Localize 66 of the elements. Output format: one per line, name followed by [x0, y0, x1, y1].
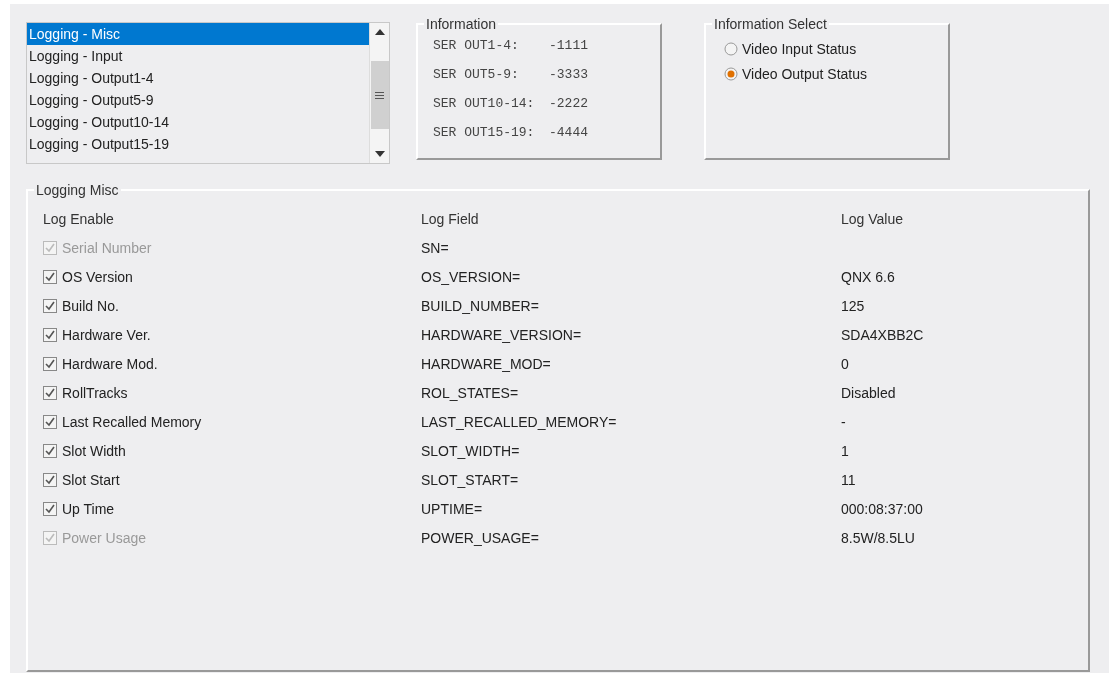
checkbox[interactable]	[43, 385, 57, 400]
list-item[interactable]: Logging - Input	[27, 45, 369, 67]
log-field: HARDWARE_MOD=	[421, 355, 841, 372]
radio-button[interactable]	[724, 66, 738, 81]
log-value: Disabled	[841, 384, 897, 401]
checkbox-label[interactable]: Slot Start	[62, 471, 120, 488]
log-field: ROL_STATES=	[421, 384, 841, 401]
info-value: -4444	[549, 125, 588, 142]
log-field: SLOT_WIDTH=	[421, 442, 841, 459]
log-value: 11	[841, 471, 857, 488]
list-item[interactable]: Logging - Output15-19	[27, 133, 369, 155]
checkbox-label[interactable]: Build No.	[62, 297, 119, 314]
info-label: SER OUT1-4:	[433, 38, 520, 55]
checkbox[interactable]	[43, 327, 57, 342]
checkbox[interactable]	[43, 501, 57, 516]
list-item[interactable]: Logging - Output5-9	[27, 89, 369, 111]
log-value: QNX 6.6	[841, 268, 896, 285]
radio-label[interactable]: Video Output Status	[742, 65, 868, 82]
log-field: POWER_USAGE=	[421, 529, 841, 546]
checkbox-label[interactable]: Slot Width	[62, 442, 126, 459]
log-field: LAST_RECALLED_MEMORY=	[421, 413, 841, 430]
panel-title: Information	[425, 16, 498, 32]
log-field: BUILD_NUMBER=	[421, 297, 841, 314]
log-value: 000:08:37:00	[841, 500, 924, 517]
panel-title: Logging Misc	[35, 182, 120, 198]
column-header: Log Value	[841, 210, 904, 227]
panel-title: Information Select	[713, 16, 828, 32]
radio-button[interactable]	[724, 41, 738, 56]
checkbox-label[interactable]: Hardware Ver.	[62, 326, 151, 343]
column-header: Log Field	[421, 210, 480, 227]
up-arrow-icon	[374, 29, 385, 35]
checkbox-label[interactable]: Up Time	[62, 500, 115, 517]
list-item[interactable]: Logging - Output10-14	[27, 111, 369, 133]
checkbox[interactable]	[43, 414, 57, 429]
down-arrow-icon	[374, 151, 385, 157]
checkbox[interactable]	[43, 443, 57, 458]
checkbox[interactable]	[43, 356, 57, 371]
list-item[interactable]: Logging - Misc	[27, 23, 369, 45]
log-value: 0	[841, 355, 850, 372]
checkbox-label[interactable]: OS Version	[62, 268, 133, 285]
list-item[interactable]: Logging - Output1-4	[27, 67, 369, 89]
column-header: Log Enable	[43, 210, 115, 227]
log-value: -	[841, 413, 847, 430]
log-field: SLOT_START=	[421, 471, 841, 488]
checkbox[interactable]	[43, 472, 57, 487]
scrollbar-thumb[interactable]	[370, 61, 389, 129]
checkbox-label[interactable]: Last Recalled Memory	[62, 413, 202, 430]
log-value: 1	[841, 442, 850, 459]
info-label: SER OUT15-19:	[433, 125, 536, 142]
info-label: SER OUT10-14:	[433, 96, 536, 113]
log-field: UPTIME=	[421, 500, 841, 517]
checkbox[interactable]	[43, 269, 57, 284]
log-field: HARDWARE_VERSION=	[421, 326, 841, 343]
log-value: SDA4XBB2C	[841, 326, 925, 343]
log-value: 125	[841, 297, 866, 314]
checkbox[interactable]	[43, 298, 57, 313]
checkbox-label[interactable]: RollTracks	[62, 384, 128, 401]
log-value: 8.5W/8.5LU	[841, 529, 916, 546]
info-value: -2222	[549, 96, 588, 113]
info-value: -1111	[549, 38, 588, 55]
radio-label[interactable]: Video Input Status	[742, 40, 857, 57]
info-value: -3333	[549, 67, 588, 84]
log-field: OS_VERSION=	[421, 268, 841, 285]
log-field: SN=	[421, 239, 841, 256]
checkbox-label[interactable]: Hardware Mod.	[62, 355, 158, 372]
info-label: SER OUT5-9:	[433, 67, 520, 84]
